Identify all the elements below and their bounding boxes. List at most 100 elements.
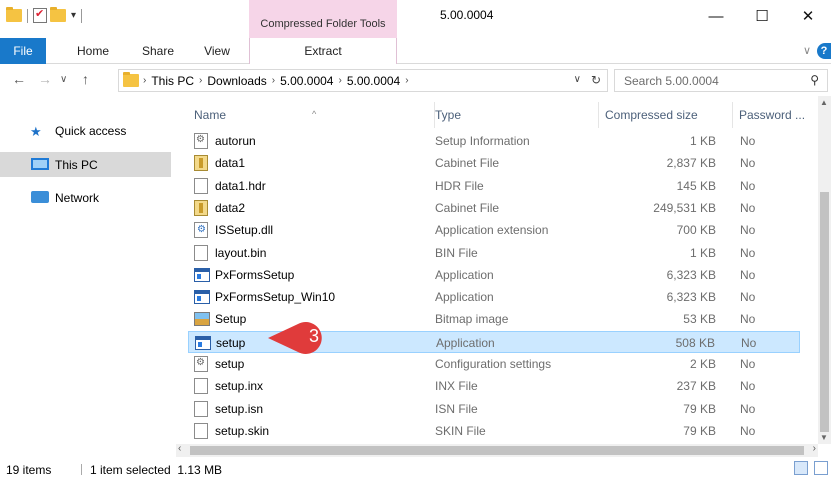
file-password: No xyxy=(740,312,756,327)
blank-file-icon xyxy=(194,177,208,194)
toolbar-divider xyxy=(81,8,83,23)
file-name: autorun xyxy=(215,134,256,148)
computer-icon xyxy=(31,158,49,170)
recent-locations-button[interactable]: ∨ xyxy=(60,74,67,85)
file-size: 79 KB xyxy=(683,401,716,416)
file-password: No xyxy=(740,156,756,171)
column-header-compressed-size[interactable]: Compressed size xyxy=(599,102,733,128)
tab-share[interactable]: Share xyxy=(134,38,182,64)
file-name: ISSetup.dll xyxy=(215,223,274,238)
column-header-password[interactable]: Password ... xyxy=(733,102,818,128)
status-bar: 19 items 1 item selected 1.13 MB xyxy=(0,458,831,480)
scroll-right-arrow-icon[interactable]: › xyxy=(813,443,816,454)
application-icon xyxy=(194,267,210,282)
file-password: No xyxy=(740,267,756,282)
file-name: Setup xyxy=(215,312,247,327)
up-button[interactable]: ↑ xyxy=(82,71,89,87)
file-password: No xyxy=(740,290,756,305)
sidebar-item-this-pc[interactable]: This PC xyxy=(0,152,171,177)
expand-ribbon-chevron-icon[interactable]: ∨ xyxy=(803,44,811,57)
window-controls: — ☐ ✕ xyxy=(693,0,831,32)
dll-file-icon xyxy=(194,222,208,239)
scroll-left-arrow-icon[interactable]: ‹ xyxy=(178,443,181,454)
file-size: 2 KB xyxy=(689,357,716,371)
file-type: SKIN File xyxy=(435,423,486,438)
tab-home[interactable]: Home xyxy=(68,38,118,64)
horizontal-scroll-thumb[interactable] xyxy=(190,446,804,455)
file-size: 1 KB xyxy=(689,134,716,148)
breadcrumb-folder[interactable]: 5.00.0004 xyxy=(280,74,333,88)
search-placeholder[interactable]: Search 5.00.0004 xyxy=(624,74,719,88)
table-row[interactable]: ISSetup.dll Application extension 700 KB No xyxy=(188,219,800,241)
file-type: Bitmap image xyxy=(435,312,509,327)
file-type: HDR File xyxy=(435,178,484,193)
back-button[interactable]: ← xyxy=(12,71,26,87)
navigation-pane: ★ Quick access This PC Network xyxy=(0,96,176,454)
scroll-down-arrow-icon[interactable]: ▼ xyxy=(820,433,828,442)
tab-view[interactable]: View xyxy=(194,38,240,64)
sidebar-item-label: Quick access xyxy=(55,123,127,138)
forward-button[interactable]: → xyxy=(38,71,52,87)
breadcrumb-chevron-icon[interactable]: › xyxy=(405,75,408,86)
table-row[interactable]: setup.inx INX File 237 KB No xyxy=(188,375,800,397)
breadcrumb-chevron-icon[interactable]: › xyxy=(143,75,146,86)
toolbar-divider xyxy=(27,8,28,23)
horizontal-scrollbar[interactable]: ‹ › xyxy=(176,443,818,457)
close-button[interactable]: ✕ xyxy=(785,0,831,32)
file-size: 6,323 KB xyxy=(666,267,716,282)
minimize-button[interactable]: — xyxy=(693,0,739,32)
table-row[interactable]: layout.bin BIN File 1 KB No xyxy=(188,242,800,264)
file-size: 53 KB xyxy=(683,312,716,327)
address-dropdown-icon[interactable]: ∨ xyxy=(574,74,581,85)
application-icon xyxy=(194,290,210,305)
file-password: No xyxy=(740,379,756,394)
new-folder-icon[interactable] xyxy=(50,7,66,22)
details-view-icon[interactable] xyxy=(794,461,808,475)
file-size: 237 KB xyxy=(676,379,716,394)
breadcrumb-current-folder[interactable]: 5.00.0004 xyxy=(347,74,400,88)
table-row[interactable]: setup Configuration settings 2 KB No xyxy=(188,353,800,375)
column-header-label: Name xyxy=(194,108,227,122)
scroll-up-arrow-icon[interactable]: ▲ xyxy=(820,98,828,107)
breadcrumb-this-pc[interactable]: This PC xyxy=(151,74,194,88)
table-row[interactable]: setup.skin SKIN File 79 KB No xyxy=(188,420,800,442)
file-name: setup.inx xyxy=(215,379,264,394)
customize-toolbar-chevron-icon[interactable]: ▾ xyxy=(71,10,76,21)
address-bar[interactable]: › This PC › Downloads › 5.00.0004 › 5.00… xyxy=(118,69,608,92)
table-row[interactable]: data1.hdr HDR File 145 KB No xyxy=(188,175,800,197)
file-type: Configuration settings xyxy=(435,357,552,371)
breadcrumb-chevron-icon[interactable]: › xyxy=(338,75,341,86)
file-type: Application xyxy=(435,290,494,305)
tab-file[interactable]: File xyxy=(0,38,46,64)
compressed-folder-tools-header: Compressed Folder Tools xyxy=(249,0,397,38)
table-row[interactable]: setup.isn ISN File 79 KB No xyxy=(188,398,800,420)
file-type: ISN File xyxy=(435,401,478,416)
window-title: 5.00.0004 xyxy=(440,8,494,22)
properties-icon[interactable] xyxy=(33,7,47,23)
cabinet-file-icon xyxy=(194,199,208,216)
breadcrumb-chevron-icon[interactable]: › xyxy=(272,75,275,86)
table-row[interactable]: data1 Cabinet File 2,837 KB No xyxy=(188,152,800,174)
maximize-button[interactable]: ☐ xyxy=(739,0,785,32)
search-icon[interactable]: ⚲ xyxy=(810,73,819,87)
refresh-icon[interactable]: ↻ xyxy=(591,73,601,87)
folder-icon[interactable] xyxy=(6,7,22,22)
file-size: 79 KB xyxy=(683,423,716,438)
vertical-scroll-thumb[interactable] xyxy=(820,192,829,432)
table-row[interactable]: PxFormsSetup_Win10 Application 6,323 KB No xyxy=(188,286,800,308)
column-header-type[interactable]: Type xyxy=(429,102,599,128)
search-box[interactable]: Search 5.00.0004 ⚲ xyxy=(614,69,828,92)
table-row[interactable]: autorun Setup Information 1 KB No xyxy=(188,130,800,152)
sidebar-item-network[interactable]: Network xyxy=(0,185,171,210)
table-row[interactable]: data2 Cabinet File 249,531 KB No xyxy=(188,197,800,219)
network-icon xyxy=(31,191,49,203)
help-icon[interactable]: ? xyxy=(817,43,831,59)
large-icons-view-icon[interactable] xyxy=(814,461,828,475)
sidebar-item-quick-access[interactable]: ★ Quick access xyxy=(0,118,171,143)
column-header-name[interactable]: Name ^ xyxy=(188,102,435,128)
breadcrumb-chevron-icon[interactable]: › xyxy=(199,75,202,86)
tab-extract[interactable]: Extract xyxy=(249,38,397,64)
table-row[interactable]: PxFormsSetup Application 6,323 KB No xyxy=(188,264,800,286)
vertical-scrollbar[interactable]: ▲ ▼ xyxy=(818,96,831,444)
breadcrumb-downloads[interactable]: Downloads xyxy=(207,74,266,88)
